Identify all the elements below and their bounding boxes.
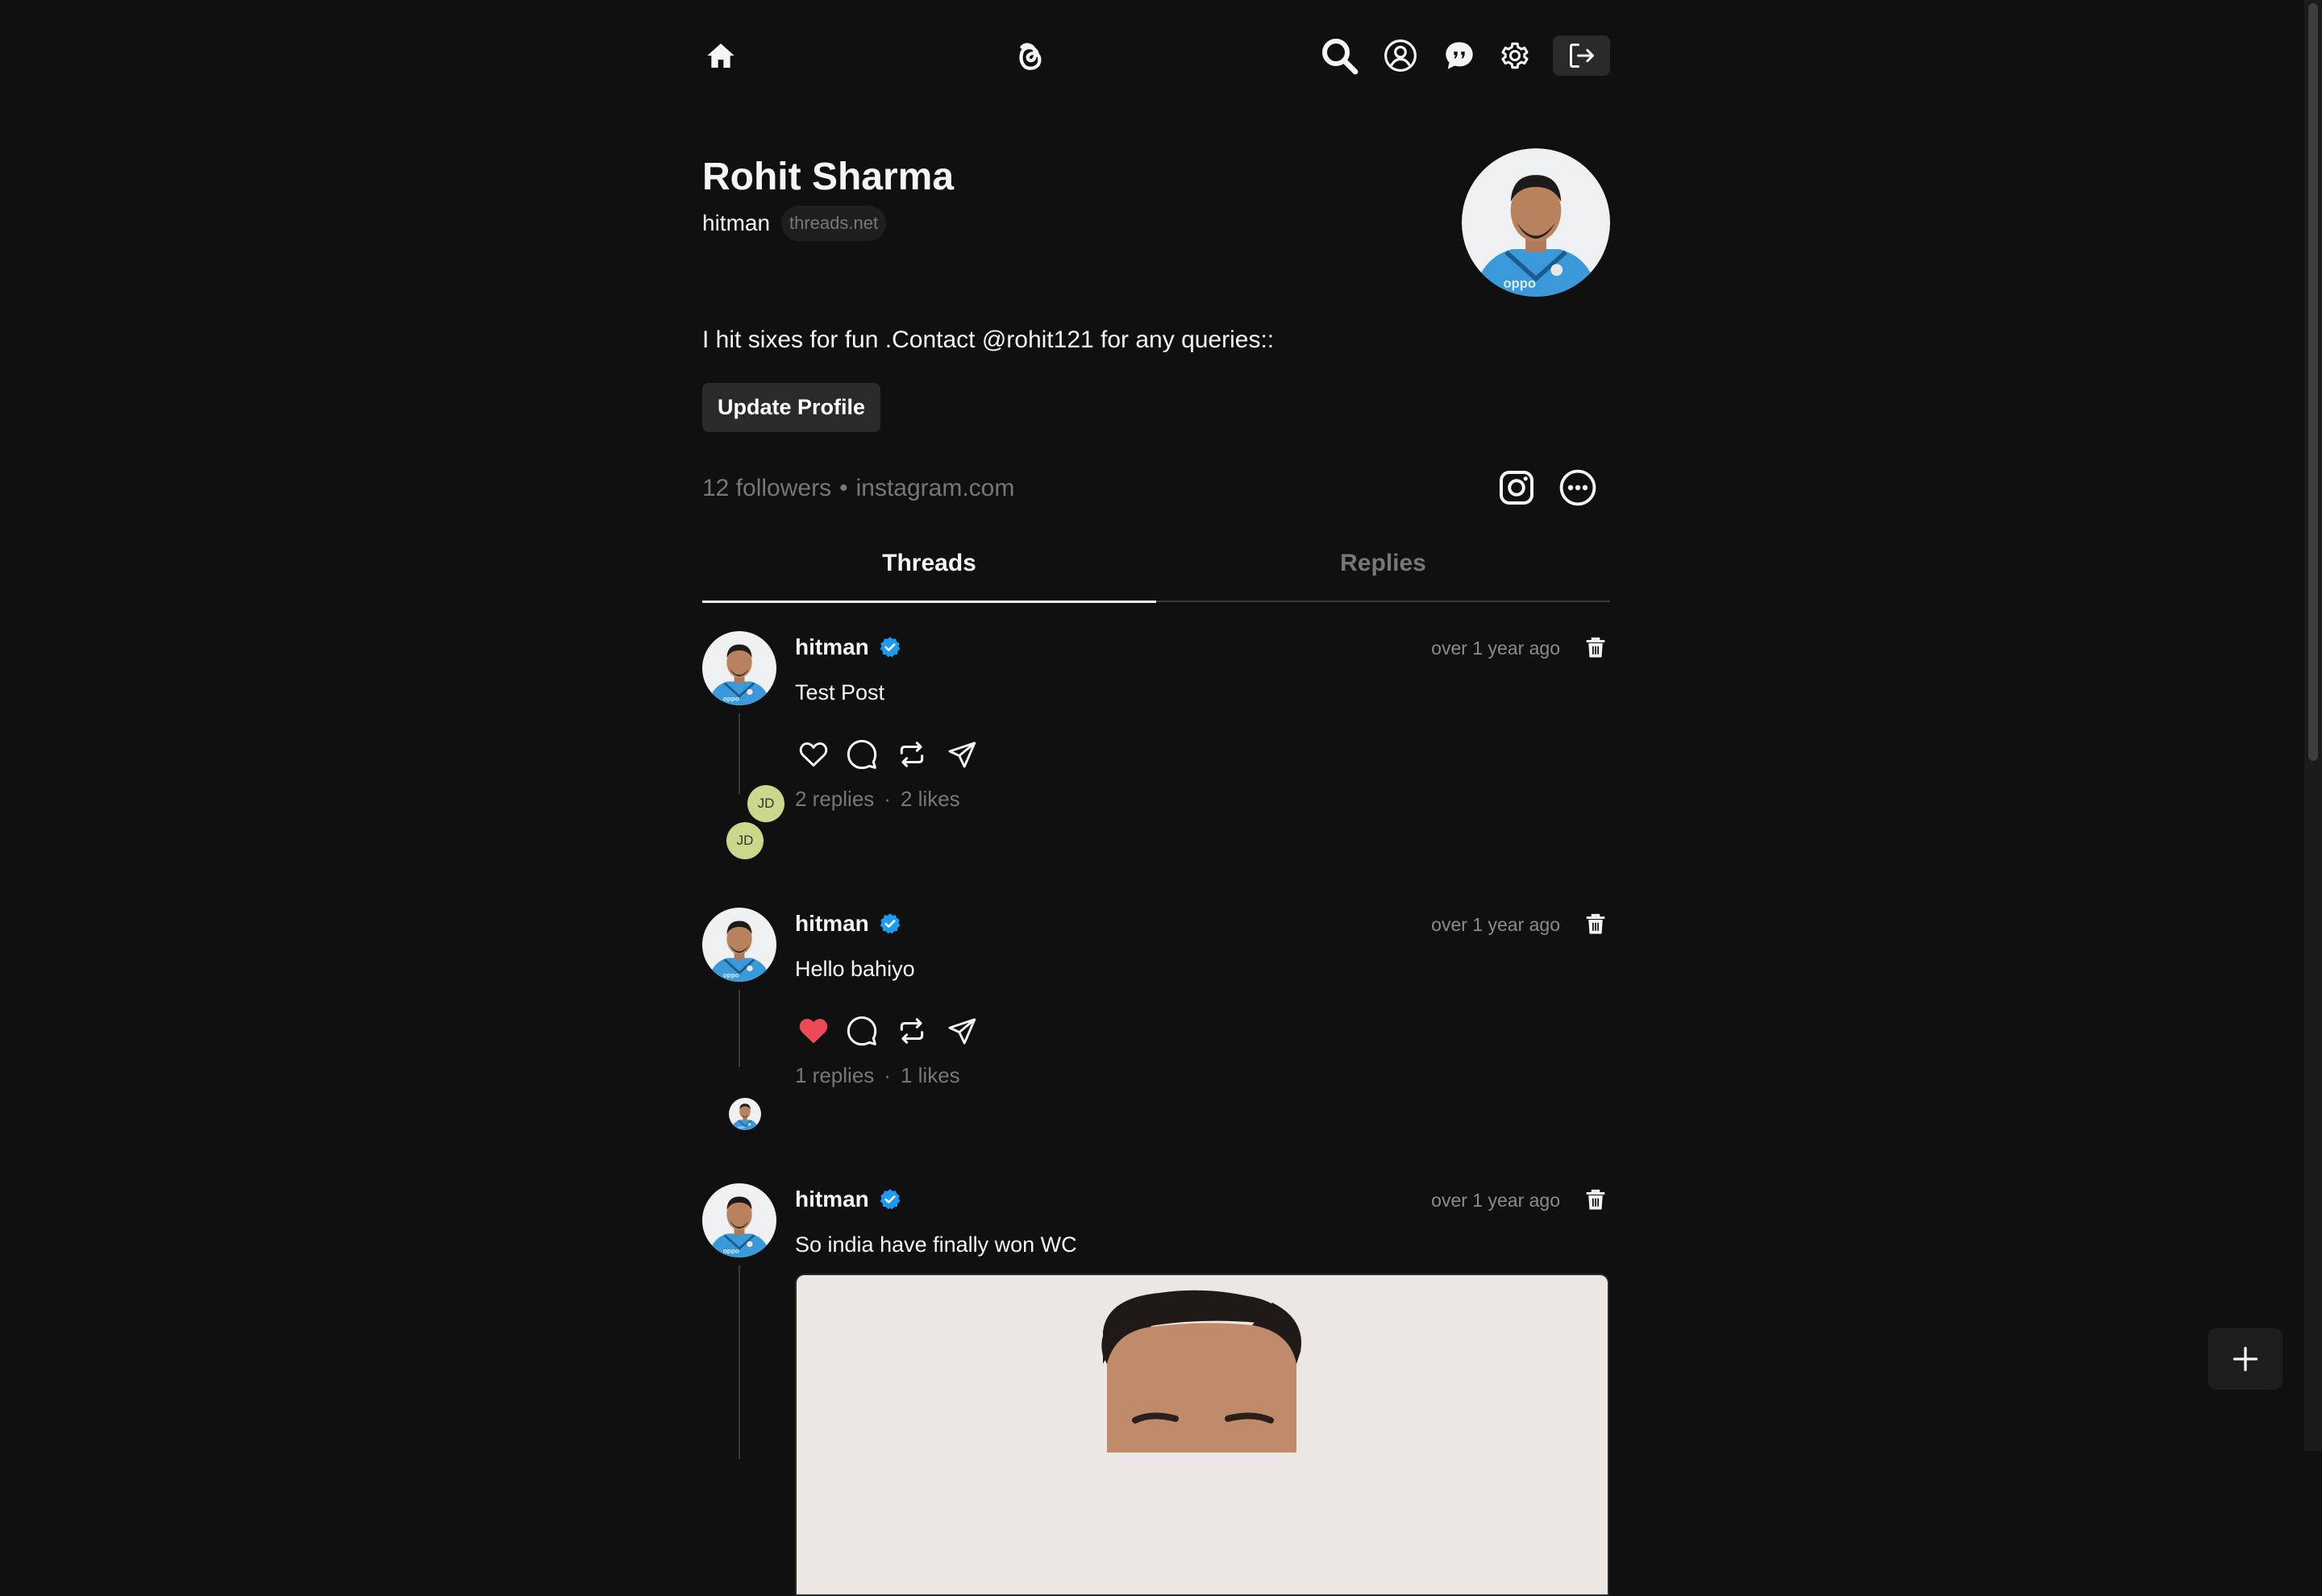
stats-dot: · xyxy=(884,787,891,811)
followers-count[interactable]: 12 followers xyxy=(702,475,831,501)
comment-icon[interactable] xyxy=(843,1012,880,1049)
post-user: hitman xyxy=(795,1185,901,1214)
repost-icon[interactable] xyxy=(893,736,930,773)
domain-chip: threads.net xyxy=(781,206,887,241)
tab-replies[interactable]: Replies xyxy=(1156,530,1610,601)
stats-separator: • xyxy=(839,475,848,501)
post-card[interactable]: hitman over 1 year ago Hello bahiyo 1 re… xyxy=(702,908,1610,1141)
thread-line xyxy=(739,1266,740,1459)
share-icon[interactable] xyxy=(943,736,980,773)
verified-badge-icon xyxy=(879,1188,901,1211)
profile-stats: 12 followers • instagram.com xyxy=(702,472,1014,505)
reply-avatar[interactable]: JD xyxy=(747,785,784,822)
stats-dot: · xyxy=(884,1063,891,1087)
post-text: Test Post xyxy=(795,680,885,704)
profile-username: hitman xyxy=(702,210,771,235)
verified-badge-icon xyxy=(879,636,901,659)
post-username[interactable]: hitman xyxy=(795,633,869,662)
delete-icon[interactable] xyxy=(1581,909,1610,938)
like-filled-icon[interactable] xyxy=(795,1012,832,1049)
post-time: over 1 year ago xyxy=(1431,914,1560,935)
verified-badge-icon xyxy=(879,912,901,935)
post-avatar[interactable] xyxy=(702,1183,776,1257)
repost-icon[interactable] xyxy=(893,1012,930,1049)
post-username[interactable]: hitman xyxy=(795,909,869,938)
post-stats: 2 replies · 2 likes xyxy=(795,784,960,813)
logout-icon xyxy=(1567,41,1596,70)
post-avatar[interactable] xyxy=(702,908,776,982)
like-icon[interactable] xyxy=(795,736,832,773)
profile-bio: I hit sixes for fun .Contact @rohit121 f… xyxy=(702,326,1275,353)
post-image[interactable] xyxy=(795,1274,1609,1596)
scrollbar-thumb[interactable] xyxy=(2308,3,2318,761)
delete-icon[interactable] xyxy=(1581,633,1610,662)
plus-icon xyxy=(2231,1345,2260,1374)
thread-line xyxy=(739,713,740,794)
profile-avatar[interactable] xyxy=(1462,148,1610,297)
post-time: over 1 year ago xyxy=(1431,1190,1560,1211)
likes-count[interactable]: 2 likes xyxy=(901,787,960,811)
post-card[interactable]: hitman over 1 year ago So india have fin… xyxy=(702,1183,1610,1596)
user-icon[interactable] xyxy=(1383,38,1418,73)
post-user: hitman xyxy=(795,909,901,938)
profile-name: Rohit Sharma xyxy=(702,156,955,198)
share-icon[interactable] xyxy=(943,1012,980,1049)
reply-avatar[interactable]: JD xyxy=(726,822,764,859)
post-text: Hello bahiyo xyxy=(795,957,915,981)
profile-tabs: Threads Replies xyxy=(702,530,1610,603)
main-container: Rohit Sharma hitman threads.net I hit si… xyxy=(702,0,1610,1596)
post-time: over 1 year ago xyxy=(1431,638,1560,659)
replies-count[interactable]: 2 replies xyxy=(795,787,874,811)
new-post-button[interactable] xyxy=(2208,1328,2282,1390)
replies-count[interactable]: 1 replies xyxy=(795,1063,874,1087)
post-user: hitman xyxy=(795,633,901,662)
post-stats: 1 replies · 1 likes xyxy=(795,1061,960,1090)
threads-logo-icon[interactable] xyxy=(1011,35,1048,76)
chat-icon[interactable] xyxy=(1442,39,1477,73)
profile-link[interactable]: instagram.com xyxy=(856,475,1015,501)
update-profile-button[interactable]: Update Profile xyxy=(702,383,880,432)
tab-threads[interactable]: Threads xyxy=(702,530,1156,603)
more-options-icon[interactable] xyxy=(1558,468,1598,508)
post-text: So india have finally won WC xyxy=(795,1232,1077,1257)
likes-count[interactable]: 1 likes xyxy=(901,1063,960,1087)
thread-line xyxy=(739,990,740,1067)
comment-icon[interactable] xyxy=(843,736,880,773)
post-username[interactable]: hitman xyxy=(795,1185,869,1214)
logout-button[interactable] xyxy=(1553,35,1610,76)
delete-icon[interactable] xyxy=(1581,1185,1610,1214)
post-avatar[interactable] xyxy=(702,631,776,705)
home-icon[interactable] xyxy=(702,37,739,74)
post-card[interactable]: hitman over 1 year ago Test Post 2 repli… xyxy=(702,631,1610,865)
scrollbar-track[interactable] xyxy=(2304,0,2322,1451)
reply-avatar[interactable] xyxy=(729,1098,761,1130)
instagram-icon[interactable] xyxy=(1496,468,1537,508)
gear-icon[interactable] xyxy=(1498,39,1532,73)
search-icon[interactable] xyxy=(1319,35,1359,76)
